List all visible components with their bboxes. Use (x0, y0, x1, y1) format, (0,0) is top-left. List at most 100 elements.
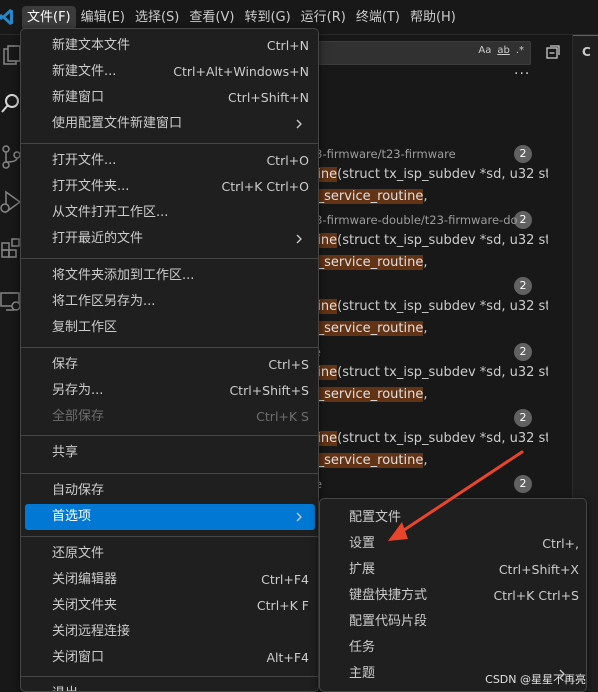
search-match-line[interactable]: outine(struct tx_isp_subdev *sd, u32 sta… (296, 431, 548, 446)
menubar-item[interactable]: 编辑(E) (76, 6, 130, 30)
search-match-line[interactable]: outine(struct tx_isp_subdev *sd, u32 sta… (296, 365, 548, 380)
search-file-path[interactable]: date (296, 477, 548, 491)
match-whole-word-toggle[interactable]: ab (497, 45, 509, 56)
preferences-menu-item[interactable]: 设置 Ctrl+, (324, 531, 582, 557)
search-match-line[interactable]: outine(struct tx_isp_subdev *sd, u32 sta… (296, 167, 548, 182)
file-menu-item[interactable]: 关闭编辑器 Ctrl+F4 (25, 567, 315, 593)
vscode-logo-icon (0, 9, 13, 25)
collapse-all-icon[interactable] (544, 43, 562, 61)
more-options-icon[interactable]: ··· (514, 66, 530, 82)
menu-item-label: 新建窗口 (52, 90, 105, 105)
match-count-badge: 2 (514, 409, 532, 427)
menu-item-label: 关闭文件夹 (52, 598, 118, 613)
file-menu-item[interactable]: 共享 (25, 440, 315, 466)
menubar-item[interactable]: 查看(V) (184, 6, 239, 30)
match-context: , (423, 255, 428, 270)
menu-separator (21, 536, 318, 537)
match-context: (struct tx_isp_subdev *sd, u32 statu (337, 431, 548, 446)
menu-item-shortcut: Ctrl+Shift+N (228, 90, 309, 105)
preferences-menu-item[interactable]: 键盘快捷方式 Ctrl+K Ctrl+S (324, 583, 582, 609)
search-match-line[interactable]: upt_service_routine, (296, 255, 548, 270)
menu-item-label: 使用配置文件新建窗口 (52, 116, 183, 131)
search-match-line[interactable]: outine(struct tx_isp_subdev *sd, u32 sta… (296, 299, 548, 314)
remote-explorer-icon[interactable] (0, 287, 22, 315)
search-icon[interactable] (0, 90, 22, 118)
file-menu-item[interactable]: 使用配置文件新建窗口 (25, 111, 315, 137)
menubar-item[interactable]: 运行(R) (296, 6, 351, 30)
file-menu-item[interactable]: 将工作区另存为... (25, 289, 315, 315)
menu-item-label: 键盘快捷方式 (349, 588, 428, 603)
file-menu-item[interactable]: 关闭窗口 Alt+F4 (25, 645, 315, 671)
menu-item-shortcut: Ctrl+S (268, 357, 309, 372)
file-menu-item[interactable]: 打开最近的文件 (25, 226, 315, 252)
file-menu: 新建文本文件 Ctrl+N 新建文件... Ctrl+Alt+Windows+N 新建窗… (20, 28, 319, 692)
match-context: (struct tx_isp_subdev *sd, u32 statu (337, 299, 548, 314)
menu-separator (21, 347, 318, 348)
file-menu-item[interactable]: 打开文件夹... Ctrl+K Ctrl+O (25, 174, 315, 200)
preferences-menu-item[interactable]: 配置文件 (324, 505, 582, 531)
search-input[interactable]: Aa ab .* (295, 41, 531, 65)
search-match-line[interactable]: outine(struct tx_isp_subdev *sd, u32 sta… (296, 233, 548, 248)
search-file-path[interactable]: bt23-firmware-double/t23-firmware-do (296, 213, 548, 227)
match-context: (struct tx_isp_subdev *sd, u32 statu (337, 365, 548, 380)
menu-item-shortcut: Ctrl+K Ctrl+O (221, 179, 309, 194)
search-match-line[interactable]: upt_service_routine, (296, 387, 548, 402)
search-options: Aa ab .* (478, 45, 524, 56)
menu-item-label: 关闭编辑器 (52, 572, 118, 587)
file-menu-item[interactable]: 新建文本文件 Ctrl+N (25, 33, 315, 59)
file-menu-item[interactable]: 退出 (25, 681, 315, 691)
run-debug-icon[interactable] (0, 188, 22, 216)
submenu-chevron-icon (296, 512, 302, 522)
menubar-item[interactable]: 选择(S) (130, 6, 184, 30)
search-match-line[interactable]: upt_service_routine, (296, 453, 548, 468)
menubar-item[interactable]: 帮助(H) (405, 6, 461, 30)
menu-item-label: 关闭远程连接 (52, 624, 131, 639)
match-case-toggle[interactable]: Aa (478, 45, 491, 56)
menubar-item[interactable]: 转到(G) (239, 6, 295, 30)
use-regex-toggle[interactable]: .* (516, 45, 524, 56)
file-menu-item[interactable]: 新建文件... Ctrl+Alt+Windows+N (25, 59, 315, 85)
file-menu-item[interactable]: 将文件夹添加到工作区... (25, 263, 315, 289)
menu-item-label: 将文件夹添加到工作区... (52, 268, 195, 283)
menu-item-label: 复制工作区 (52, 320, 118, 335)
submenu-chevron-icon (296, 234, 302, 244)
file-menu-item[interactable]: 新建窗口 Ctrl+Shift+N (25, 85, 315, 111)
menu-item-label: 新建文本文件 (52, 38, 131, 53)
file-menu-item[interactable]: 另存为... Ctrl+Shift+S (25, 378, 315, 404)
file-menu-item[interactable]: 全部保存 Ctrl+K S (25, 404, 315, 430)
menu-item-label: 打开最近的文件 (52, 231, 144, 246)
search-match-line[interactable]: upt_service_routine, (296, 189, 548, 204)
menu-item-shortcut: Alt+F4 (266, 650, 309, 665)
file-menu-item[interactable]: 打开文件... Ctrl+O (25, 148, 315, 174)
preferences-menu-item[interactable]: 扩展 Ctrl+Shift+X (324, 557, 582, 583)
explorer-icon[interactable] (0, 43, 22, 71)
file-menu-item[interactable]: 自动保存 (25, 478, 315, 504)
search-file-path[interactable]: bt23-firmware/t23-firmware (296, 147, 548, 161)
file-menu-item[interactable]: 复制工作区 (25, 315, 315, 341)
menu-separator (21, 143, 318, 144)
preferences-menu-item[interactable]: 配置代码片段 (324, 609, 582, 635)
menu-item-label: 全部保存 (52, 409, 105, 424)
menu-item-label: 扩展 (349, 562, 376, 577)
source-control-icon[interactable] (0, 143, 22, 171)
editor-tab[interactable]: C (573, 35, 598, 70)
match-context: , (423, 189, 428, 204)
file-menu-item[interactable]: 关闭远程连接 (25, 619, 315, 645)
menubar-item[interactable]: 文件(F) (22, 6, 76, 30)
search-match-line[interactable]: upt_service_routine, (296, 321, 548, 336)
match-context: (struct tx_isp_subdev *sd, u32 statu (337, 167, 548, 182)
menu-item-shortcut: Ctrl+K Ctrl+S (493, 588, 579, 603)
file-menu-item[interactable]: 还原文件 (25, 541, 315, 567)
file-menu-item[interactable]: 保存 Ctrl+S (25, 352, 315, 378)
extensions-icon[interactable] (0, 235, 22, 263)
menu-item-label: 配置代码片段 (349, 614, 428, 629)
preferences-menu-item[interactable]: 任务 (324, 635, 582, 661)
match-context: , (423, 321, 428, 336)
menu-item-shortcut: Ctrl+F4 (261, 572, 309, 587)
menubar-item[interactable]: 终端(T) (351, 6, 405, 30)
file-menu-item[interactable]: 从文件打开工作区... (25, 200, 315, 226)
search-file-path[interactable]: uble (296, 345, 548, 359)
file-menu-item[interactable]: 首选项 (25, 504, 315, 530)
file-menu-item[interactable]: 关闭文件夹 Ctrl+K F (25, 593, 315, 619)
menu-separator (21, 435, 318, 436)
